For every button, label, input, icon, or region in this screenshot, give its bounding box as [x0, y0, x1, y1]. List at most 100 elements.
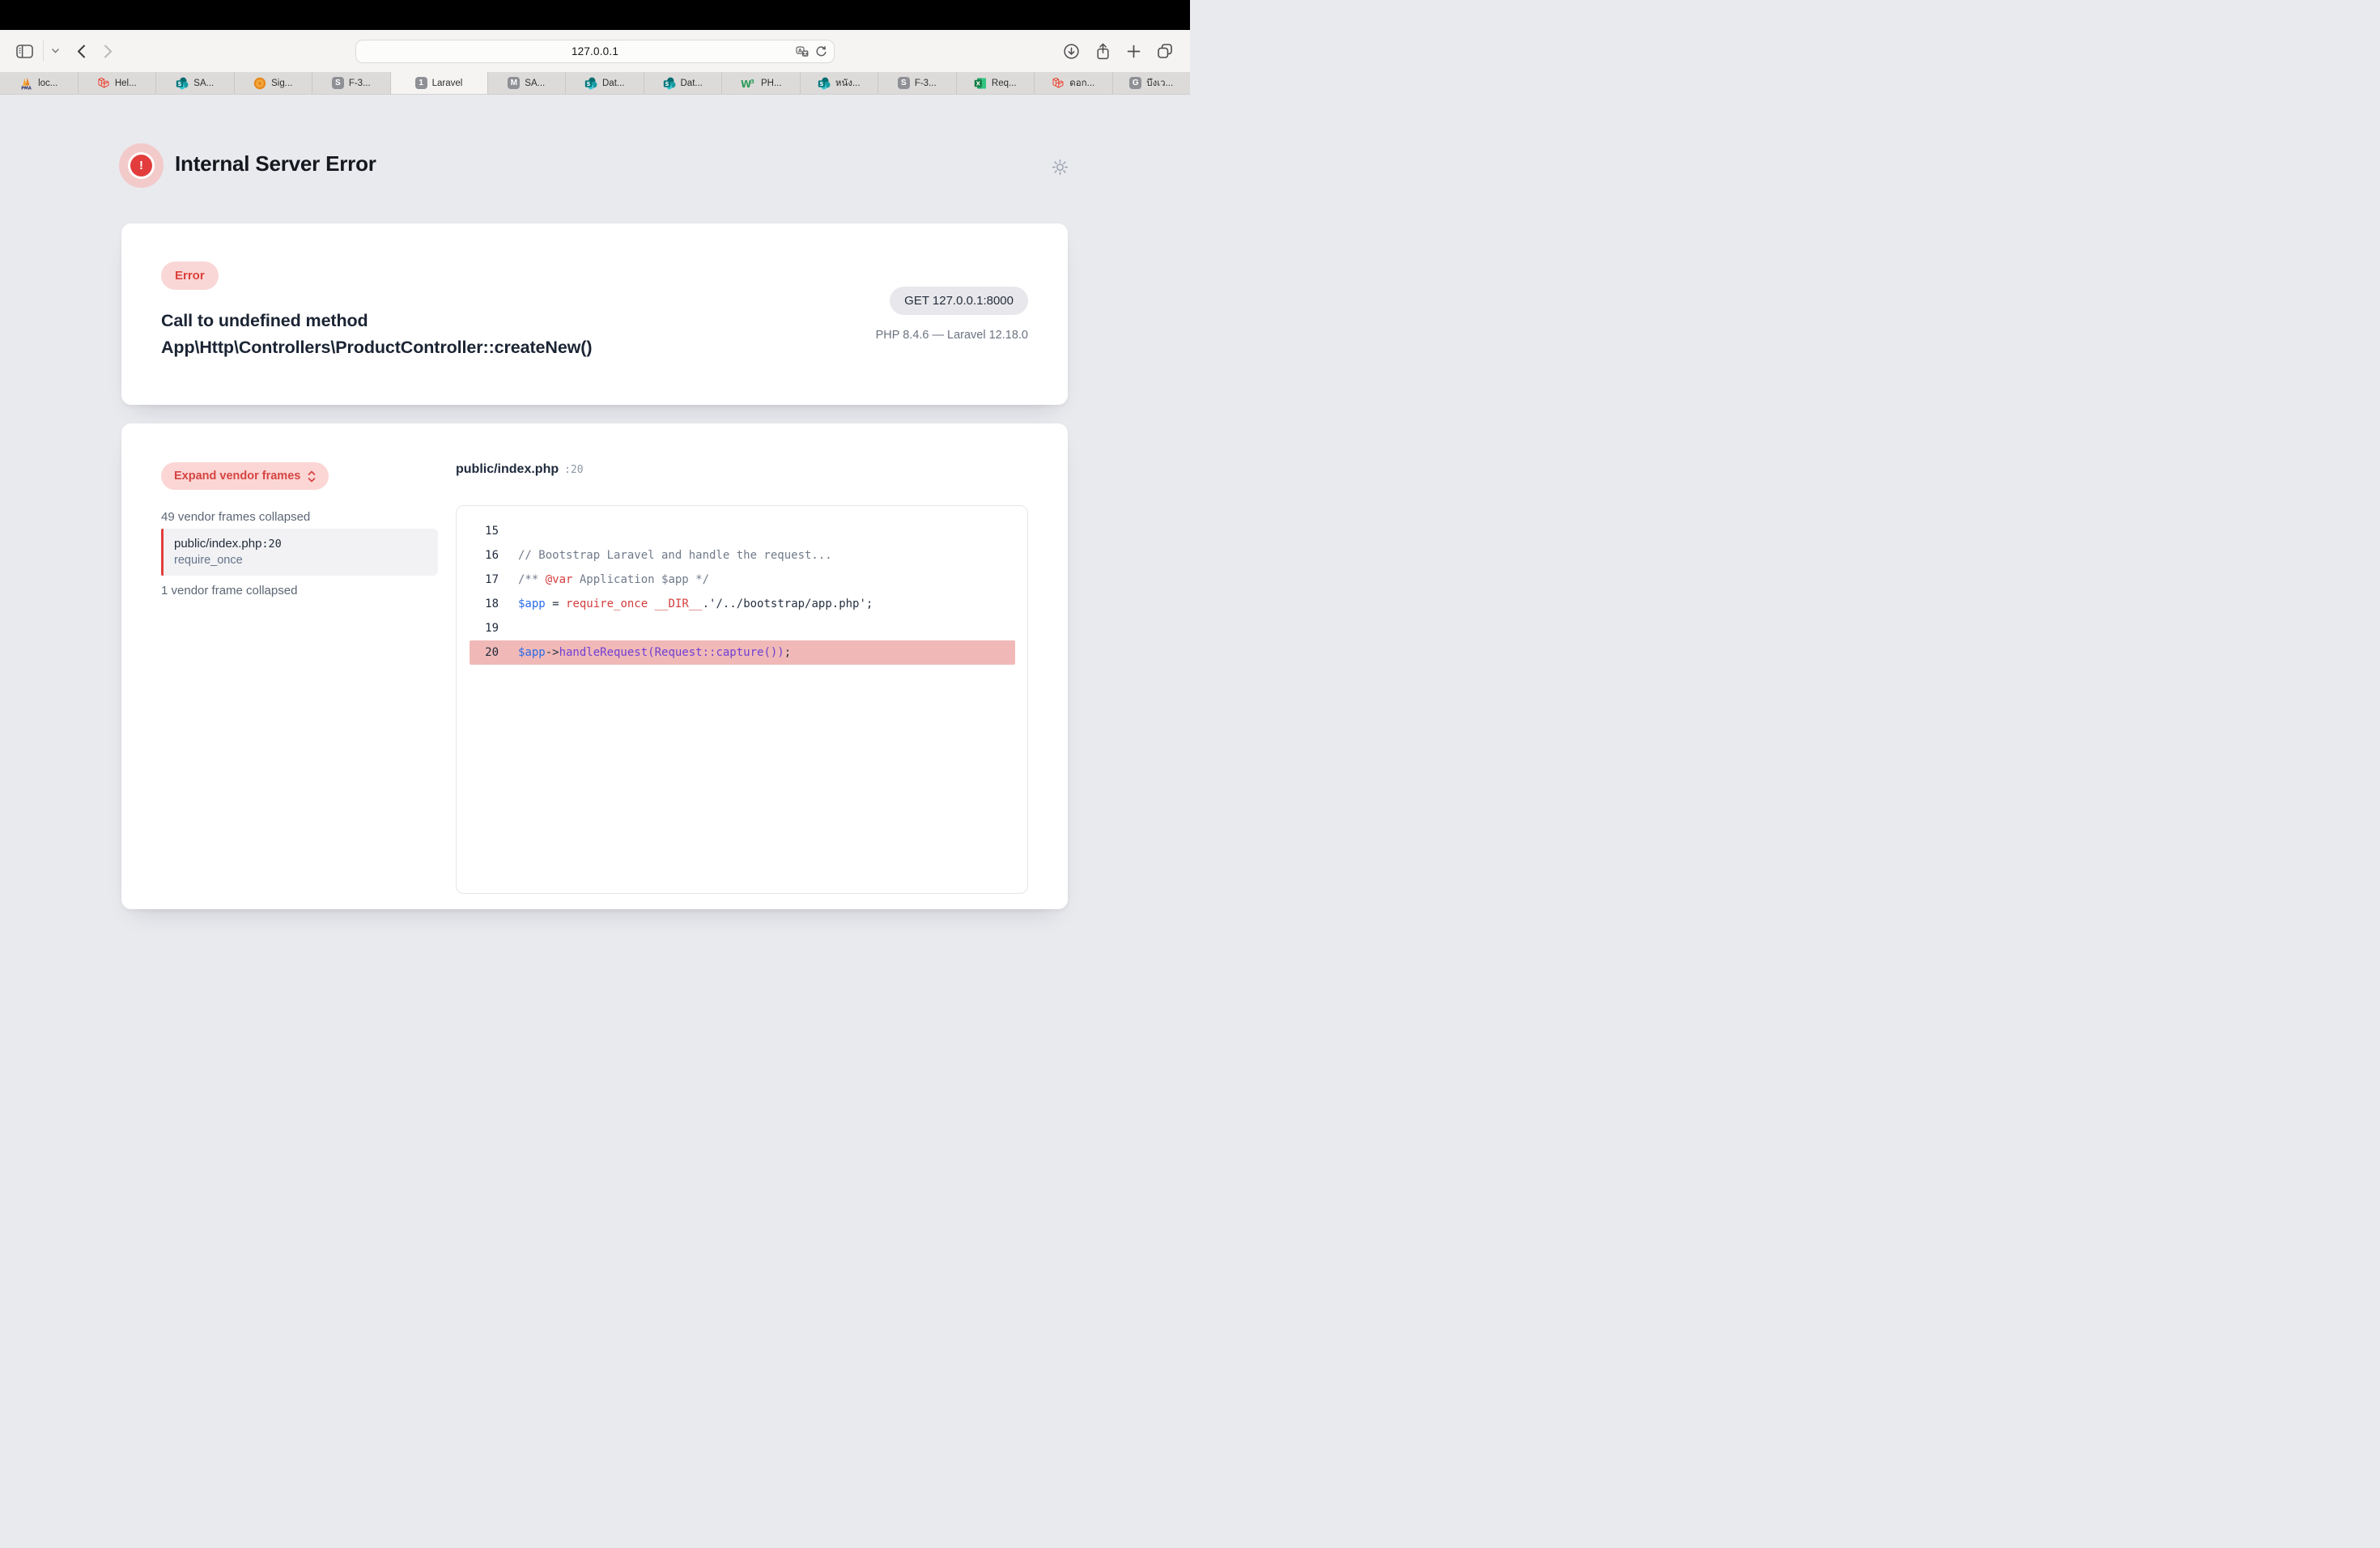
- stack-trace-card: Expand vendor frames 49 vendor frames co…: [121, 423, 1068, 909]
- browser-tab-4[interactable]: Sig...: [235, 72, 313, 94]
- svg-text:S: S: [586, 81, 590, 87]
- chevron-up-down-icon: [308, 470, 316, 483]
- letter-favicon: S: [332, 77, 344, 89]
- page-content: ! Internal Server Error Error Call to un…: [0, 95, 1190, 774]
- tab-label: Dat...: [681, 79, 703, 88]
- line-number: 15: [457, 525, 499, 538]
- php-laravel-version: PHP 8.4.6 — Laravel 12.18.0: [876, 329, 1028, 342]
- stack-frame-function: require_once: [174, 554, 428, 567]
- stack-frame-file: public/index.php:20: [174, 537, 428, 551]
- orange-favicon: [253, 77, 266, 90]
- letter-favicon: 1: [415, 77, 427, 89]
- line-number: 17: [457, 573, 499, 586]
- browser-tab-14[interactable]: ดอก...: [1035, 72, 1113, 94]
- sharepoint-favicon: S: [584, 77, 597, 90]
- address-text: 127.0.0.1: [572, 45, 618, 57]
- browser-tab-5[interactable]: S F-3...: [312, 72, 391, 94]
- w3-favicon: W3: [740, 78, 756, 89]
- vendor-frames-collapsed-top: 49 vendor frames collapsed: [161, 510, 310, 524]
- error-status-icon: !: [119, 143, 164, 188]
- tab-label: หนัง...: [835, 76, 861, 91]
- tab-label: Dat...: [602, 79, 624, 88]
- code-line-19: 19: [457, 616, 1027, 640]
- svg-text:X: X: [976, 80, 981, 87]
- tab-label: SA...: [525, 79, 545, 88]
- menubar-strip: [0, 0, 1190, 30]
- letter-favicon: M: [508, 77, 520, 89]
- request-badge: GET 127.0.0.1:8000: [890, 287, 1028, 315]
- translate-icon[interactable]: A: [796, 46, 809, 57]
- line-number: 16: [457, 549, 499, 562]
- vendor-frames-collapsed-bottom: 1 vendor frame collapsed: [161, 584, 297, 598]
- laravel-favicon: [1052, 77, 1065, 90]
- svg-text:S: S: [665, 81, 669, 87]
- browser-tab-11[interactable]: S หนัง...: [801, 72, 879, 94]
- line-number: 19: [457, 622, 499, 635]
- error-summary-card: Error Call to undefined method App\Http\…: [121, 223, 1068, 405]
- browser-tab-1[interactable]: PMA loc...: [0, 72, 79, 94]
- expand-vendor-frames-button[interactable]: Expand vendor frames: [161, 462, 329, 490]
- code-line-16: 16 // Bootstrap Laravel and handle the re…: [457, 543, 1027, 568]
- tab-group-chevron-icon[interactable]: [52, 49, 59, 53]
- svg-text:S: S: [178, 81, 182, 87]
- tab-label: Laravel: [432, 79, 463, 88]
- new-tab-icon[interactable]: [1127, 45, 1141, 58]
- tab-overview-icon[interactable]: [1157, 43, 1173, 59]
- browser-tab-7[interactable]: M SA...: [488, 72, 567, 94]
- browser-tab-3[interactable]: S SA...: [156, 72, 235, 94]
- browser-tab-2[interactable]: Hel...: [79, 72, 157, 94]
- code-text: $app = require_once __DIR__.'/../bootstr…: [518, 598, 873, 610]
- sharepoint-favicon: S: [818, 77, 831, 90]
- code-text: $app->handleRequest(Request::capture());: [518, 646, 791, 659]
- code-viewer-header: public/index.php :20: [456, 462, 584, 477]
- error-message: Call to undefined method App\Http\Contro…: [161, 308, 728, 361]
- letter-favicon: S: [898, 77, 910, 89]
- code-viewer: 15 16 // Bootstrap Laravel and handle the …: [456, 505, 1028, 894]
- line-number: 20: [470, 646, 499, 659]
- tab-label: loc...: [38, 79, 57, 88]
- download-icon[interactable]: [1064, 44, 1079, 59]
- share-icon[interactable]: [1095, 43, 1111, 60]
- code-line-20: 20 $app->handleRequest(Request::capture()…: [470, 640, 1015, 665]
- tab-label: PH...: [761, 79, 782, 88]
- code-line-ref: :20: [564, 464, 583, 476]
- toolbar-separator: [43, 40, 44, 62]
- tab-label: บึงเว...: [1146, 76, 1173, 91]
- page-title: Internal Server Error: [175, 151, 376, 176]
- browser-tab-8[interactable]: S Dat...: [566, 72, 644, 94]
- sidebar-toggle-icon[interactable]: [16, 45, 33, 58]
- tab-label: ดอก...: [1069, 76, 1094, 91]
- svg-text:3: 3: [750, 79, 754, 85]
- excel-favicon: X: [974, 77, 987, 90]
- back-button-icon[interactable]: [77, 45, 86, 58]
- forward-button-icon[interactable]: [104, 45, 113, 58]
- reload-icon[interactable]: [815, 45, 827, 57]
- expand-vendor-frames-label: Expand vendor frames: [174, 470, 300, 483]
- code-file-name: public/index.php: [456, 462, 559, 476]
- svg-text:A: A: [798, 47, 802, 53]
- sharepoint-favicon: S: [176, 77, 189, 90]
- browser-tab-9[interactable]: S Dat...: [644, 72, 723, 94]
- browser-tab-6-active[interactable]: 1 Laravel: [391, 72, 488, 94]
- browser-tab-12[interactable]: SF-3...: [878, 72, 957, 94]
- theme-toggle-sun-icon[interactable]: [1052, 159, 1069, 180]
- error-type-badge: Error: [161, 262, 219, 290]
- tab-label: SA...: [193, 79, 214, 88]
- laravel-favicon: [97, 77, 110, 90]
- address-bar[interactable]: 127.0.0.1 A: [355, 40, 835, 63]
- code-line-15: 15: [457, 519, 1027, 543]
- browser-window: 127.0.0.1 A: [0, 0, 1190, 774]
- tab-label: Hel...: [115, 79, 137, 88]
- svg-text:PMA: PMA: [21, 86, 32, 90]
- code-text: // Bootstrap Laravel and handle the requ…: [518, 549, 832, 562]
- tab-label: F-3...: [349, 79, 371, 88]
- browser-tab-10[interactable]: W3 PH...: [722, 72, 801, 94]
- browser-tab-13[interactable]: X Req...: [957, 72, 1035, 94]
- browser-tab-15[interactable]: G บึงเว...: [1113, 72, 1191, 94]
- stack-frame-item[interactable]: public/index.php:20 require_once: [161, 529, 438, 576]
- code-line-17: 17/** @var Application $app */: [457, 568, 1027, 592]
- code-line-18: 18$app = require_once __DIR__.'/../boots…: [457, 592, 1027, 616]
- letter-favicon: G: [1129, 77, 1141, 89]
- tab-label: Req...: [992, 79, 1017, 88]
- exclamation-icon: !: [130, 155, 152, 176]
